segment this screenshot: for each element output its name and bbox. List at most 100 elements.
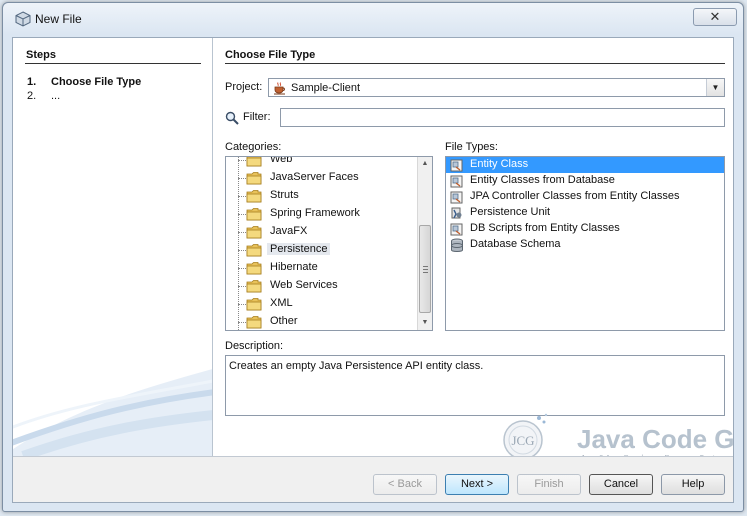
file-type-item[interactable]: DB Scripts from Entity Classes	[446, 221, 724, 237]
decorative-swoosh-graphic	[13, 369, 212, 456]
category-item[interactable]: JavaFX	[226, 223, 432, 241]
entity-file-icon	[450, 175, 463, 188]
filter-label: Filter:	[243, 111, 271, 123]
folder-icon	[246, 262, 262, 275]
file-type-item[interactable]: Entity Classes from Database	[446, 173, 724, 189]
persistence-unit-icon	[451, 207, 462, 219]
categories-scrollbar[interactable]: ▲ ▼	[417, 157, 432, 330]
categories-label: Categories:	[225, 141, 282, 153]
step-1-number: 1.	[27, 76, 37, 88]
description-label: Description:	[225, 340, 284, 352]
folder-icon	[246, 244, 262, 257]
file-type-label: DB Scripts from Entity Classes	[470, 222, 620, 234]
folder-icon	[246, 280, 262, 293]
category-item[interactable]: XML	[226, 295, 432, 313]
java-cup-icon	[274, 82, 285, 95]
category-label: Web	[270, 156, 293, 165]
entity-file-icon	[450, 191, 463, 204]
scroll-down-icon[interactable]: ▼	[418, 316, 432, 330]
button-bar: < Back Next > Finish Cancel Help	[13, 456, 733, 502]
main-header: Choose File Type	[225, 49, 316, 61]
steps-header: Steps	[26, 49, 56, 61]
folder-icon	[246, 298, 262, 311]
main-divider	[225, 63, 725, 64]
file-type-item[interactable]: JPA Controller Classes from Entity Class…	[446, 189, 724, 205]
category-item[interactable]: Web	[226, 156, 432, 169]
project-label: Project:	[225, 81, 263, 93]
tree-connector	[238, 160, 246, 161]
file-type-label: Persistence Unit	[470, 206, 551, 218]
close-button[interactable]: ✕	[693, 8, 737, 26]
category-item[interactable]: Persistence	[226, 241, 432, 259]
folder-icon	[246, 226, 262, 239]
close-icon: ✕	[709, 9, 721, 24]
file-type-item[interactable]: Database Schema	[446, 237, 724, 253]
help-button[interactable]: Help	[661, 474, 725, 495]
step-1-label: Choose File Type	[51, 76, 142, 88]
category-label: Persistence	[267, 243, 331, 255]
description-box: Creates an empty Java Persistence API en…	[225, 355, 725, 416]
entity-file-icon	[450, 223, 463, 236]
category-label: Other	[270, 315, 298, 327]
chevron-down-icon[interactable]: ▼	[706, 79, 724, 96]
dialog-content: Steps 1. Choose File Type 2.... Choose Fi…	[12, 37, 734, 503]
filter-input[interactable]	[280, 108, 725, 127]
database-icon	[451, 238, 463, 252]
netbeans-cube-icon	[15, 11, 31, 27]
project-select[interactable]: Sample-Client ▼	[268, 78, 725, 97]
folder-icon	[246, 190, 262, 203]
tree-connector	[238, 322, 246, 323]
file-type-item[interactable]: Persistence Unit	[446, 205, 724, 221]
finish-button[interactable]: Finish	[517, 474, 581, 495]
new-file-dialog: New File ✕ Steps 1. Choose File Type 2...…	[2, 2, 744, 512]
step-1: 1. Choose File Type	[27, 76, 141, 88]
category-item[interactable]: Other	[226, 313, 432, 330]
category-item[interactable]: Web Services	[226, 277, 432, 295]
back-button[interactable]: < Back	[373, 474, 437, 495]
folder-icon	[246, 208, 262, 221]
tree-connector	[238, 250, 246, 251]
next-button[interactable]: Next >	[445, 474, 509, 495]
file-type-item[interactable]: Entity Class	[446, 157, 724, 173]
scroll-up-icon[interactable]: ▲	[418, 157, 432, 171]
category-item[interactable]: Struts	[226, 187, 432, 205]
file-types-list[interactable]: Entity Class Entity Classes from Database…	[445, 156, 725, 331]
folder-icon	[246, 172, 262, 185]
tree-connector	[238, 286, 246, 287]
svg-text:Java Code Geeks: Java Code Geeks	[577, 424, 733, 454]
category-label: Web Services	[270, 279, 338, 291]
category-label: Struts	[270, 189, 299, 201]
svg-text:JCG: JCG	[511, 433, 534, 448]
file-types-label: File Types:	[445, 141, 498, 153]
description-text: Creates an empty Java Persistence API en…	[229, 360, 484, 372]
title-bar[interactable]: New File ✕	[3, 3, 743, 35]
file-type-label: Entity Classes from Database	[470, 174, 615, 186]
step-2-number: 2.	[27, 90, 37, 102]
categories-tree[interactable]: Web JavaServer Faces Struts Spring Framewor…	[225, 156, 433, 331]
magnifier-icon	[225, 111, 239, 125]
category-label: Hibernate	[270, 261, 318, 273]
folder-icon	[246, 316, 262, 329]
scroll-thumb[interactable]	[419, 225, 431, 313]
step-2: 2....	[27, 90, 60, 102]
step-2-label: ...	[51, 90, 61, 102]
category-label: JavaFX	[270, 225, 308, 237]
category-item[interactable]: Hibernate	[226, 259, 432, 277]
category-item[interactable]: JavaServer Faces	[226, 169, 432, 187]
tree-connector	[238, 268, 246, 269]
file-type-label: Entity Class	[470, 158, 529, 170]
category-item[interactable]: Spring Framework	[226, 205, 432, 223]
folder-icon	[246, 157, 262, 167]
steps-pane: Steps 1. Choose File Type 2....	[13, 38, 213, 456]
tree-connector	[238, 232, 246, 233]
tree-connector	[238, 196, 246, 197]
scroll-grip-icon	[423, 266, 428, 273]
tree-connector	[238, 178, 246, 179]
category-label: Spring Framework	[270, 207, 360, 219]
tree-connector	[238, 304, 246, 305]
category-label: JavaServer Faces	[270, 171, 359, 183]
file-type-label: JPA Controller Classes from Entity Class…	[470, 190, 680, 202]
cancel-button[interactable]: Cancel	[589, 474, 653, 495]
project-value: Sample-Client	[291, 82, 361, 94]
window-title: New File	[35, 12, 82, 26]
